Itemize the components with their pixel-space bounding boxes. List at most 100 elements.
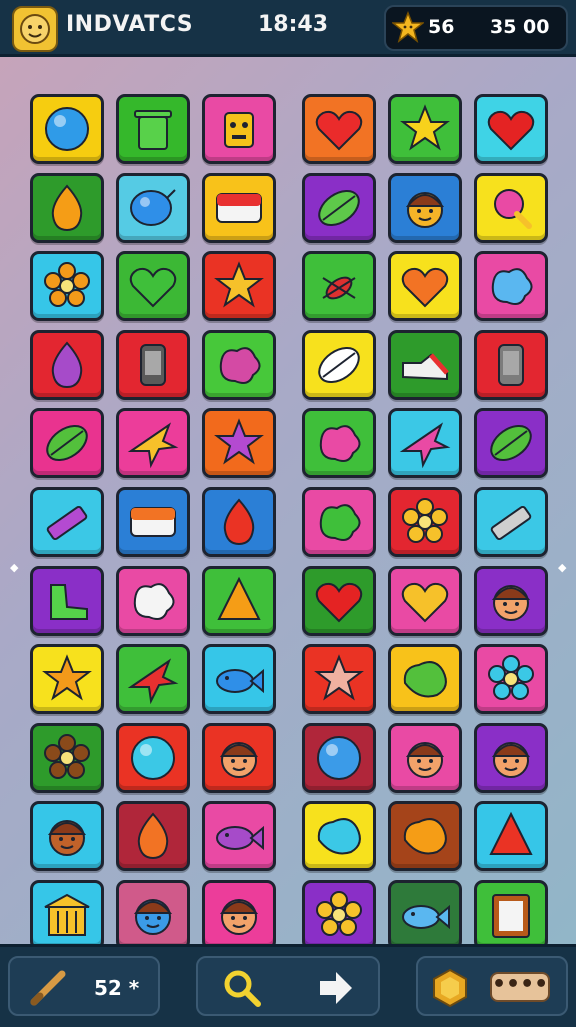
right-edge-marker-icon: ◆ [558,561,567,574]
game-tile[interactable] [388,330,462,400]
cone-icon [217,576,261,620]
frame-icon [492,894,530,938]
game-tile[interactable] [388,644,462,714]
game-tile[interactable] [30,880,104,950]
drop-icon [51,341,83,389]
game-tile[interactable] [116,723,190,793]
moves-count: 52 * [94,976,140,1000]
game-tile[interactable] [302,408,376,478]
game-tile[interactable] [302,566,376,636]
game-tile[interactable] [474,173,548,243]
game-tile[interactable] [30,566,104,636]
building-icon [44,893,90,936]
splat-icon [491,268,533,305]
face-icon [133,899,173,935]
game-tile[interactable] [302,251,376,321]
app-title: INDVATCS [66,12,194,37]
game-tile[interactable] [30,644,104,714]
game-tile[interactable] [388,251,462,321]
arrow-right-icon[interactable] [316,968,356,1008]
currency-display[interactable]: 56 35 00 [384,5,568,51]
phone-icon [498,344,524,386]
game-tile[interactable] [202,251,276,321]
leaf-icon [490,424,532,462]
game-tile[interactable] [202,566,276,636]
pencil-icon [490,505,532,541]
game-tile[interactable] [30,330,104,400]
heart-icon [401,267,449,308]
game-tile[interactable] [474,251,548,321]
coin-icon[interactable] [428,966,472,1010]
game-tile[interactable] [202,723,276,793]
game-tile[interactable] [302,330,376,400]
heart-icon [315,110,363,151]
game-tile[interactable] [388,487,462,557]
game-tile[interactable] [30,251,104,321]
game-tile[interactable] [116,251,190,321]
more-button[interactable]: •••• [490,972,550,1002]
game-tile[interactable] [116,487,190,557]
splat-icon [219,347,261,384]
game-tile[interactable] [474,566,548,636]
game-tile[interactable] [202,94,276,164]
moves-panel[interactable]: 52 * [8,956,160,1016]
game-tile[interactable] [116,644,190,714]
game-tile[interactable] [202,487,276,557]
game-tile[interactable] [474,801,548,871]
face-icon [491,742,531,778]
game-tile[interactable] [388,173,462,243]
game-tile[interactable] [474,880,548,950]
game-tile[interactable] [388,723,462,793]
game-tile[interactable] [302,644,376,714]
game-tile[interactable] [388,880,462,950]
flower-icon [402,498,448,543]
game-tile[interactable] [30,94,104,164]
game-tile[interactable] [116,880,190,950]
game-tile[interactable] [116,330,190,400]
game-tile[interactable] [116,408,190,478]
game-tile[interactable] [30,408,104,478]
game-tile[interactable] [30,487,104,557]
game-tile[interactable] [474,408,548,478]
game-tile[interactable] [116,566,190,636]
game-tile[interactable] [302,94,376,164]
plane-icon [399,422,451,469]
blob-icon [317,818,361,855]
game-tile[interactable] [388,408,462,478]
search-icon[interactable] [220,966,264,1010]
game-tile[interactable] [474,94,548,164]
game-tile[interactable] [202,880,276,950]
cone-icon [489,811,533,855]
game-tile[interactable] [202,330,276,400]
left-edge-marker-icon: ◆ [10,561,19,574]
game-tile[interactable] [202,173,276,243]
game-tile[interactable] [474,487,548,557]
game-tile[interactable] [388,94,462,164]
pencil-icon [46,505,88,541]
game-tile[interactable] [474,644,548,714]
game-tile[interactable] [30,173,104,243]
game-tile[interactable] [30,723,104,793]
game-tile[interactable] [388,801,462,871]
game-tile[interactable] [116,94,190,164]
avatar-icon[interactable] [12,6,58,52]
flower-icon [316,891,362,936]
bottom-bar: 52 * •••• [0,944,576,1027]
game-tile[interactable] [202,408,276,478]
game-tile[interactable] [302,880,376,950]
game-tile[interactable] [116,801,190,871]
game-tile[interactable] [202,644,276,714]
game-tile[interactable] [474,723,548,793]
game-tile[interactable] [302,487,376,557]
game-tile[interactable] [302,173,376,243]
game-tile[interactable] [474,330,548,400]
game-tile[interactable] [302,801,376,871]
game-tile[interactable] [116,173,190,243]
game-tile[interactable] [30,801,104,871]
flower-icon [44,734,90,779]
game-tile[interactable] [388,566,462,636]
game-tile[interactable] [302,723,376,793]
bin-icon [134,110,172,150]
currency-primary-count: 56 [428,16,455,38]
game-tile[interactable] [202,801,276,871]
